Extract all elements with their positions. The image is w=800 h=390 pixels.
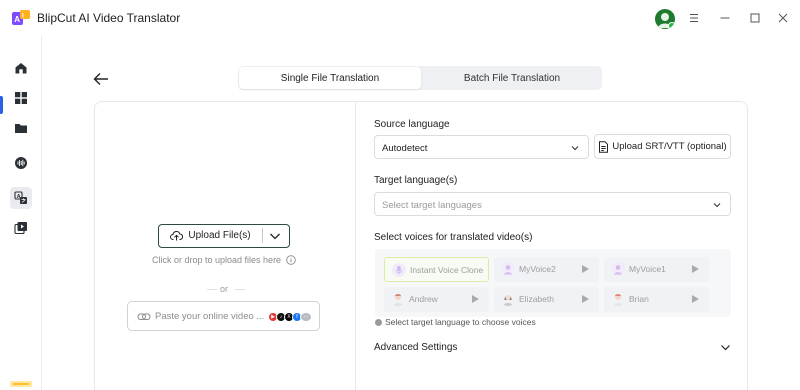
back-arrow-icon[interactable] <box>92 71 110 87</box>
video-add-icon <box>14 222 27 235</box>
voice-option-myvoice2[interactable]: MyVoice2 <box>494 257 599 282</box>
sidebar-item-home[interactable] <box>10 57 32 79</box>
home-icon <box>15 63 27 74</box>
upload-button-separator <box>262 228 263 243</box>
voice-name: MyVoice2 <box>519 264 556 274</box>
custom-voice-avatar-icon <box>611 262 625 276</box>
voice-name: Andrew <box>409 294 438 304</box>
voice-option-myvoice1[interactable]: MyVoice1 <box>604 257 709 282</box>
source-language-value: Autodetect <box>382 143 428 154</box>
source-language-label: Source language <box>374 119 450 130</box>
advanced-settings-toggle[interactable]: Advanced Settings <box>374 342 457 353</box>
tab-single-file[interactable]: Single File Translation <box>239 67 421 89</box>
close-icon[interactable] <box>774 9 792 27</box>
menu-icon[interactable] <box>685 9 703 27</box>
upload-srt-button[interactable]: Upload SRT/VTT (optional) <box>594 134 731 159</box>
more-platforms-icon: ··· <box>300 312 312 322</box>
voice-hint: Select target language to choose voices <box>375 317 536 327</box>
chevron-down-icon[interactable] <box>720 342 731 353</box>
voice-option-andrew[interactable]: Andrew <box>384 287 489 312</box>
info-icon[interactable] <box>286 255 296 265</box>
audio-wave-icon <box>15 157 27 169</box>
video-url-input[interactable]: Paste your online video ... ▶ ♪ X f ··· <box>127 301 320 331</box>
sidebar-item-translate[interactable]: A <box>10 187 32 209</box>
svg-text:I: I <box>22 13 24 20</box>
upload-srt-label: Upload SRT/VTT (optional) <box>612 141 727 152</box>
translate-icon: A <box>14 191 27 204</box>
link-icon <box>137 313 151 320</box>
drop-hint: Click or drop to upload files here <box>152 255 296 265</box>
hint-dot-icon <box>375 318 382 326</box>
folder-icon <box>15 124 27 133</box>
cloud-upload-icon <box>170 231 184 241</box>
target-language-placeholder: Select target languages <box>382 200 482 211</box>
promo-icon[interactable] <box>10 381 32 387</box>
sidebar-item-video[interactable] <box>10 217 32 239</box>
target-language-select[interactable]: Select target languages <box>374 192 731 216</box>
play-icon[interactable] <box>582 265 589 273</box>
maximize-icon[interactable] <box>746 9 764 27</box>
sidebar-item-audio[interactable] <box>10 152 32 174</box>
voice-avatar-icon <box>503 294 513 306</box>
panel-divider <box>355 101 356 390</box>
avatar[interactable] <box>655 9 675 29</box>
title-bar: A I BlipCut AI Video Translator <box>0 0 800 36</box>
voice-name: MyVoice1 <box>629 264 666 274</box>
voice-clone-icon <box>392 263 406 277</box>
translation-mode-tabs: Single File Translation Batch File Trans… <box>238 66 602 90</box>
subtitle-file-icon <box>599 140 609 153</box>
svg-text:A: A <box>14 15 20 24</box>
upload-files-label: Upload File(s) <box>188 230 251 241</box>
sidebar-item-apps[interactable] <box>10 87 32 109</box>
app-title: BlipCut AI Video Translator <box>37 11 181 25</box>
source-language-select[interactable]: Autodetect <box>374 135 589 159</box>
upload-files-main[interactable]: Upload File(s) <box>159 225 262 246</box>
voice-avatar-icon <box>613 294 623 306</box>
tab-batch-file[interactable]: Batch File Translation <box>422 66 602 90</box>
voice-list: Instant Voice Clone MyVoice2 MyVoice1 An… <box>375 249 731 317</box>
app-logo: A I <box>12 10 30 25</box>
voice-name: Brian <box>629 294 649 304</box>
upload-files-button[interactable]: Upload File(s) <box>158 224 290 248</box>
video-url-placeholder: Paste your online video ... <box>155 311 265 322</box>
voice-avatar-icon <box>393 294 403 306</box>
sidebar-item-files[interactable] <box>10 117 32 139</box>
voice-name: Instant Voice Clone <box>410 265 484 275</box>
chevron-down-icon <box>571 146 579 151</box>
chevron-down-icon <box>713 203 721 208</box>
sidebar: A <box>0 36 42 390</box>
custom-voice-avatar-icon <box>501 262 515 276</box>
voices-label: Select voices for translated video(s) <box>374 232 533 243</box>
play-icon[interactable] <box>472 295 479 303</box>
voice-option-instant-voice-clone[interactable]: Instant Voice Clone <box>384 257 489 282</box>
grid-icon <box>15 92 27 104</box>
play-icon[interactable] <box>692 295 699 303</box>
voice-hint-text: Select target language to choose voices <box>385 317 536 327</box>
voice-name: Elizabeth <box>519 294 554 304</box>
chevron-down-icon[interactable] <box>267 228 283 244</box>
voice-option-brian[interactable]: Brian <box>604 287 709 312</box>
sidebar-active-indicator <box>0 96 3 114</box>
minimize-icon[interactable] <box>716 9 734 27</box>
target-language-label: Target language(s) <box>374 175 458 186</box>
or-divider-right <box>235 289 245 290</box>
play-icon[interactable] <box>582 295 589 303</box>
play-icon[interactable] <box>692 265 699 273</box>
voice-option-elizabeth[interactable]: Elizabeth <box>494 287 599 312</box>
drop-hint-text: Click or drop to upload files here <box>152 255 282 265</box>
